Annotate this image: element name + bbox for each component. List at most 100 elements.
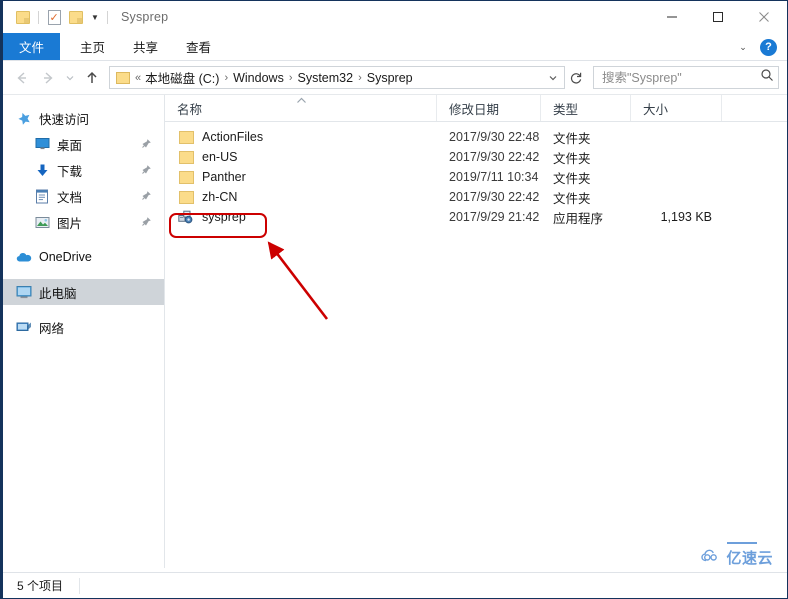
toolbar-divider-2 [107, 10, 108, 24]
breadcrumb-item-drive[interactable]: 本地磁盘 (C:) [145, 68, 219, 87]
watermark: 亿速云 [701, 542, 773, 568]
tab-view[interactable]: 查看 [172, 33, 225, 60]
maximize-icon[interactable] [695, 1, 741, 33]
properties-icon[interactable] [43, 6, 65, 28]
new-folder-icon[interactable] [65, 6, 87, 28]
expand-ribbon-chevron-down-icon[interactable]: ⌄ [732, 36, 754, 58]
network-icon [15, 318, 33, 336]
breadcrumb-separator-3[interactable]: › [353, 72, 367, 84]
window-title: Sysprep [121, 10, 169, 24]
sidebar-label: 文档 [57, 190, 83, 205]
tab-share[interactable]: 共享 [119, 33, 172, 60]
table-row[interactable]: sysprep 2017/9/29 21:42 应用程序 1,193 KB [165, 207, 787, 227]
desktop-icon [33, 135, 51, 153]
column-header-date[interactable]: 修改日期 [437, 95, 541, 121]
breadcrumb-overflow[interactable]: « [135, 72, 145, 84]
file-date-cell: 2017/9/30 22:48 [449, 130, 540, 144]
address-bar: « 本地磁盘 (C:) › Windows › System32 › Syspr… [3, 61, 787, 94]
quick-access-toolbar: ▼ [12, 6, 112, 28]
table-row[interactable]: ActionFiles 2017/9/30 22:48 文件夹 [165, 127, 787, 147]
search-icon[interactable] [760, 68, 774, 87]
minimize-icon[interactable] [649, 1, 695, 33]
folder-icon [177, 169, 195, 185]
sidebar-item-pictures[interactable]: 图片 [3, 209, 164, 235]
sidebar-item-network[interactable]: 网络 [3, 314, 164, 340]
file-name-label: sysprep [202, 210, 246, 224]
chevron-down-icon[interactable]: ▼ [87, 6, 103, 28]
table-row[interactable]: zh-CN 2017/9/30 22:42 文件夹 [165, 187, 787, 207]
table-row[interactable]: en-US 2017/9/30 22:42 文件夹 [165, 147, 787, 167]
file-name-cell[interactable]: Panther [165, 169, 437, 185]
sidebar-label: OneDrive [39, 250, 92, 264]
search-input[interactable] [602, 70, 760, 85]
file-name-cell[interactable]: en-US [165, 149, 437, 165]
sysprep-app-icon [177, 209, 195, 225]
pin-icon[interactable] [140, 216, 152, 228]
sidebar-item-quick-access[interactable]: 快速访问 [3, 105, 164, 131]
breadcrumb-separator-2[interactable]: › [284, 72, 298, 84]
folder-icon [177, 129, 195, 145]
file-name-cell[interactable]: ActionFiles [165, 129, 437, 145]
help-icon[interactable]: ? [760, 38, 777, 56]
toolbar-divider [38, 10, 39, 24]
pin-icon[interactable] [140, 164, 152, 176]
column-header-filler [722, 95, 787, 121]
address-dropdown-chevron-down-icon[interactable] [544, 73, 562, 83]
close-icon[interactable] [741, 1, 787, 33]
window-controls [649, 1, 787, 33]
refresh-icon[interactable] [565, 66, 587, 89]
sidebar-item-downloads[interactable]: 下载 [3, 157, 164, 183]
onedrive-cloud-icon [15, 248, 33, 266]
file-list-area: 名称 修改日期 类型 大小 ActionFiles 2017/9/30 22:4… [165, 95, 787, 568]
recent-locations-chevron-down-icon[interactable] [61, 65, 79, 91]
breadcrumb-separator-1[interactable]: › [219, 72, 233, 84]
pin-icon[interactable] [140, 190, 152, 202]
breadcrumb-item-system32[interactable]: System32 [298, 71, 354, 85]
tab-home[interactable]: 主页 [66, 33, 119, 60]
file-size-cell: 1,193 KB [660, 210, 712, 224]
file-name-cell[interactable]: sysprep [165, 209, 437, 225]
sidebar-label: 下载 [57, 164, 83, 179]
breadcrumb[interactable]: « 本地磁盘 (C:) › Windows › System32 › Syspr… [109, 66, 565, 89]
file-name-cell[interactable]: zh-CN [165, 189, 437, 205]
forward-arrow-icon[interactable] [35, 65, 61, 91]
file-date-cell: 2017/9/30 22:42 [449, 190, 540, 204]
sidebar-item-desktop[interactable]: 桌面 [3, 131, 164, 157]
star-pin-icon [15, 109, 33, 127]
navigation-pane: 快速访问 桌面 下载 文档 图片 OneDrive 此电脑 网络 [3, 95, 165, 568]
cloud-logo-icon [701, 548, 723, 568]
breadcrumb-item-sysprep[interactable]: Sysprep [367, 71, 413, 85]
file-explorer-window: ▼ Sysprep 文件 主页 共享 查看 ⌄ ? [0, 0, 788, 599]
file-date-cell: 2017/9/30 22:42 [449, 150, 540, 164]
up-arrow-icon[interactable] [79, 65, 105, 91]
column-header-size[interactable]: 大小 [631, 95, 722, 121]
file-type-cell: 文件夹 [553, 171, 591, 186]
column-headers: 名称 修改日期 类型 大小 [165, 95, 787, 122]
column-header-type[interactable]: 类型 [541, 95, 631, 121]
file-date-cell: 2017/9/29 21:42 [449, 210, 540, 224]
breadcrumb-item-windows[interactable]: Windows [233, 71, 284, 85]
table-row[interactable]: Panther 2019/7/11 10:34 文件夹 [165, 167, 787, 187]
column-header-name[interactable]: 名称 [165, 95, 437, 121]
sidebar-label: 网络 [39, 321, 65, 336]
status-bar: 5 个项目 [3, 572, 787, 598]
status-divider [79, 577, 81, 594]
back-arrow-icon[interactable] [9, 65, 35, 91]
sort-ascending-caret-icon [296, 96, 307, 106]
pin-icon[interactable] [140, 138, 152, 150]
sidebar-item-onedrive[interactable]: OneDrive [3, 244, 164, 270]
sidebar-label: 此电脑 [39, 286, 77, 301]
folder-icon [177, 149, 195, 165]
download-icon [33, 161, 51, 179]
pictures-icon [33, 213, 51, 231]
sidebar-item-this-pc[interactable]: 此电脑 [3, 279, 164, 305]
explorer-body: 快速访问 桌面 下载 文档 图片 OneDrive 此电脑 网络 名称 修改日期… [3, 94, 787, 568]
tab-file[interactable]: 文件 [3, 33, 61, 60]
sidebar-item-documents[interactable]: 文档 [3, 183, 164, 209]
search-box[interactable] [593, 66, 779, 89]
breadcrumb-folder-icon [116, 71, 130, 84]
folder-icon[interactable] [12, 6, 34, 28]
file-name-label: en-US [202, 150, 238, 164]
